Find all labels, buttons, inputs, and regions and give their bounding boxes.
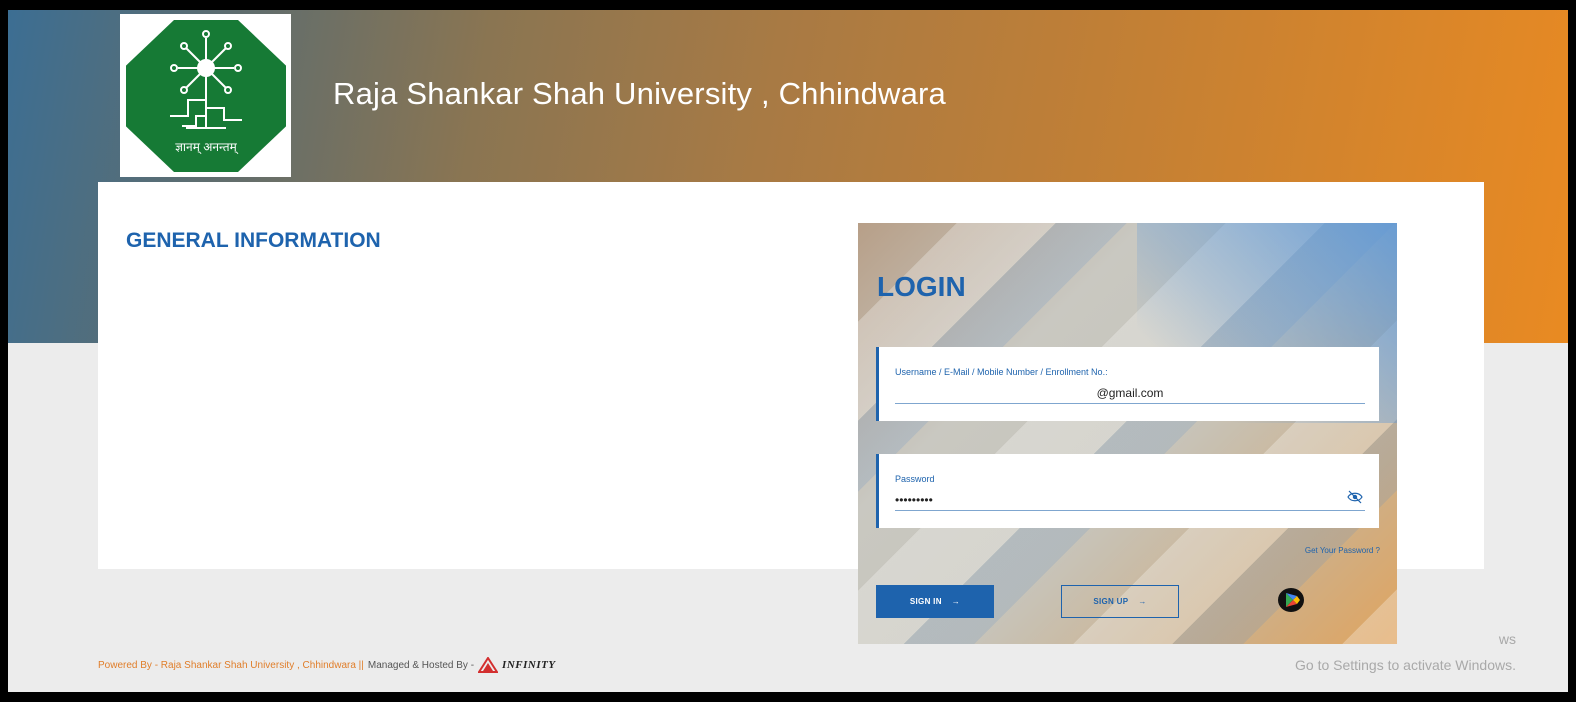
powered-by-text: Powered By - Raja Shankar Shah Universit… bbox=[98, 659, 364, 671]
username-field-box: Username / E-Mail / Mobile Number / Enro… bbox=[876, 347, 1379, 421]
sign-in-label: SIGN IN bbox=[909, 597, 942, 606]
logo-emblem: ज्ञानम् अनन्तम् bbox=[126, 20, 286, 172]
login-title: LOGIN bbox=[877, 271, 966, 302]
university-logo: ज्ञानम् अनन्तम् bbox=[120, 14, 291, 177]
watermark-line-1: ws bbox=[1498, 631, 1516, 647]
arrow-right-icon: → bbox=[1138, 597, 1147, 606]
watermark-line-2: Go to Settings to activate Windows. bbox=[1295, 657, 1516, 673]
university-title: Raja Shankar Shah University , Chhindwar… bbox=[333, 76, 947, 111]
windows-activation-watermark: ws Go to Settings to activate Windows. bbox=[1295, 626, 1516, 678]
password-input[interactable] bbox=[895, 490, 1365, 511]
infinity-triangle-icon bbox=[478, 657, 499, 673]
page-frame: ज्ञानम् अनन्तम् Raja Shankar Shah Univer… bbox=[8, 10, 1568, 692]
infinity-logo: INFINITY bbox=[478, 657, 556, 673]
google-play-icon[interactable] bbox=[1271, 585, 1311, 615]
sign-up-button[interactable]: SIGN UP → bbox=[1061, 585, 1179, 618]
login-panel: LOGIN Username / E-Mail / Mobile Number … bbox=[858, 223, 1397, 644]
password-field-box: Password bbox=[876, 454, 1379, 528]
general-info-heading: GENERAL INFORMATION bbox=[126, 229, 381, 252]
footer: Powered By - Raja Shankar Shah Universit… bbox=[98, 657, 556, 673]
username-label: Username / E-Mail / Mobile Number / Enro… bbox=[895, 367, 1108, 377]
username-input[interactable] bbox=[895, 383, 1365, 404]
managed-by-text: Managed & Hosted By - bbox=[367, 659, 475, 671]
eye-slash-icon[interactable] bbox=[1347, 489, 1363, 505]
sign-up-label: SIGN UP bbox=[1093, 597, 1129, 606]
logo-motto: ज्ञानम् अनन्तम् bbox=[175, 140, 237, 154]
sign-in-button[interactable]: SIGN IN → bbox=[876, 585, 994, 618]
arrow-right-icon: → bbox=[951, 597, 961, 606]
password-label: Password bbox=[895, 474, 935, 484]
forgot-password-link[interactable]: Get Your Password ? bbox=[1305, 546, 1380, 555]
infinity-logo-text: INFINITY bbox=[502, 659, 556, 671]
